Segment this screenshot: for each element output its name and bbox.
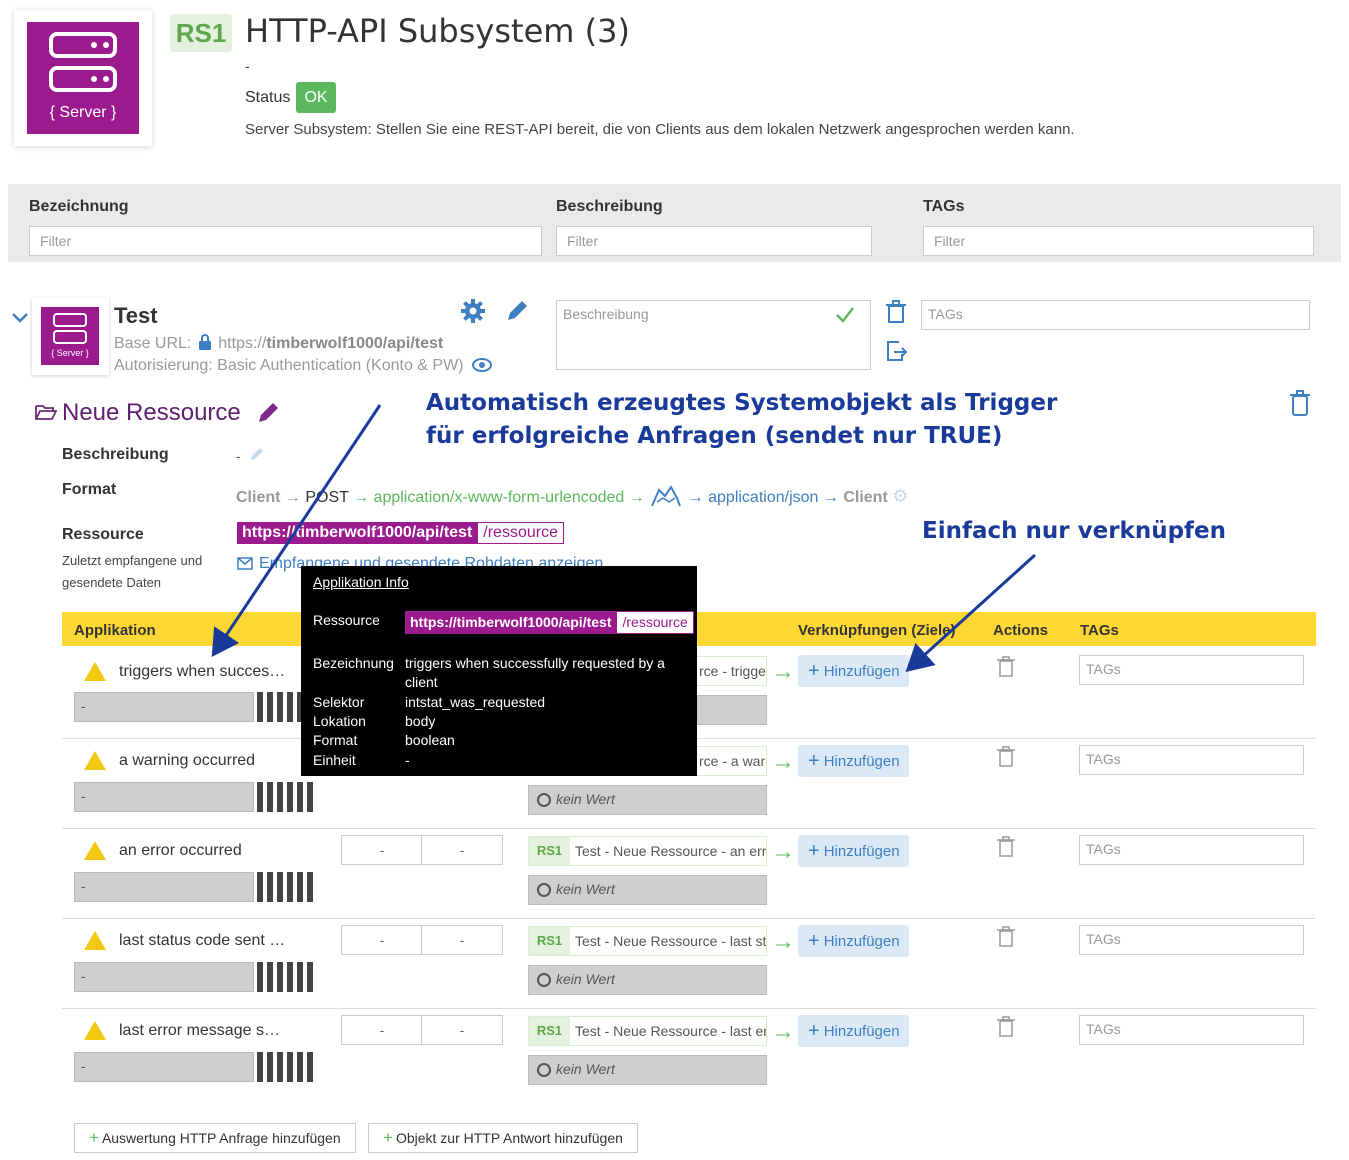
annotation-arrow-link [905, 553, 1037, 673]
annotation-arrows [211, 404, 1037, 673]
annotation-arrow-trigger [211, 404, 382, 657]
